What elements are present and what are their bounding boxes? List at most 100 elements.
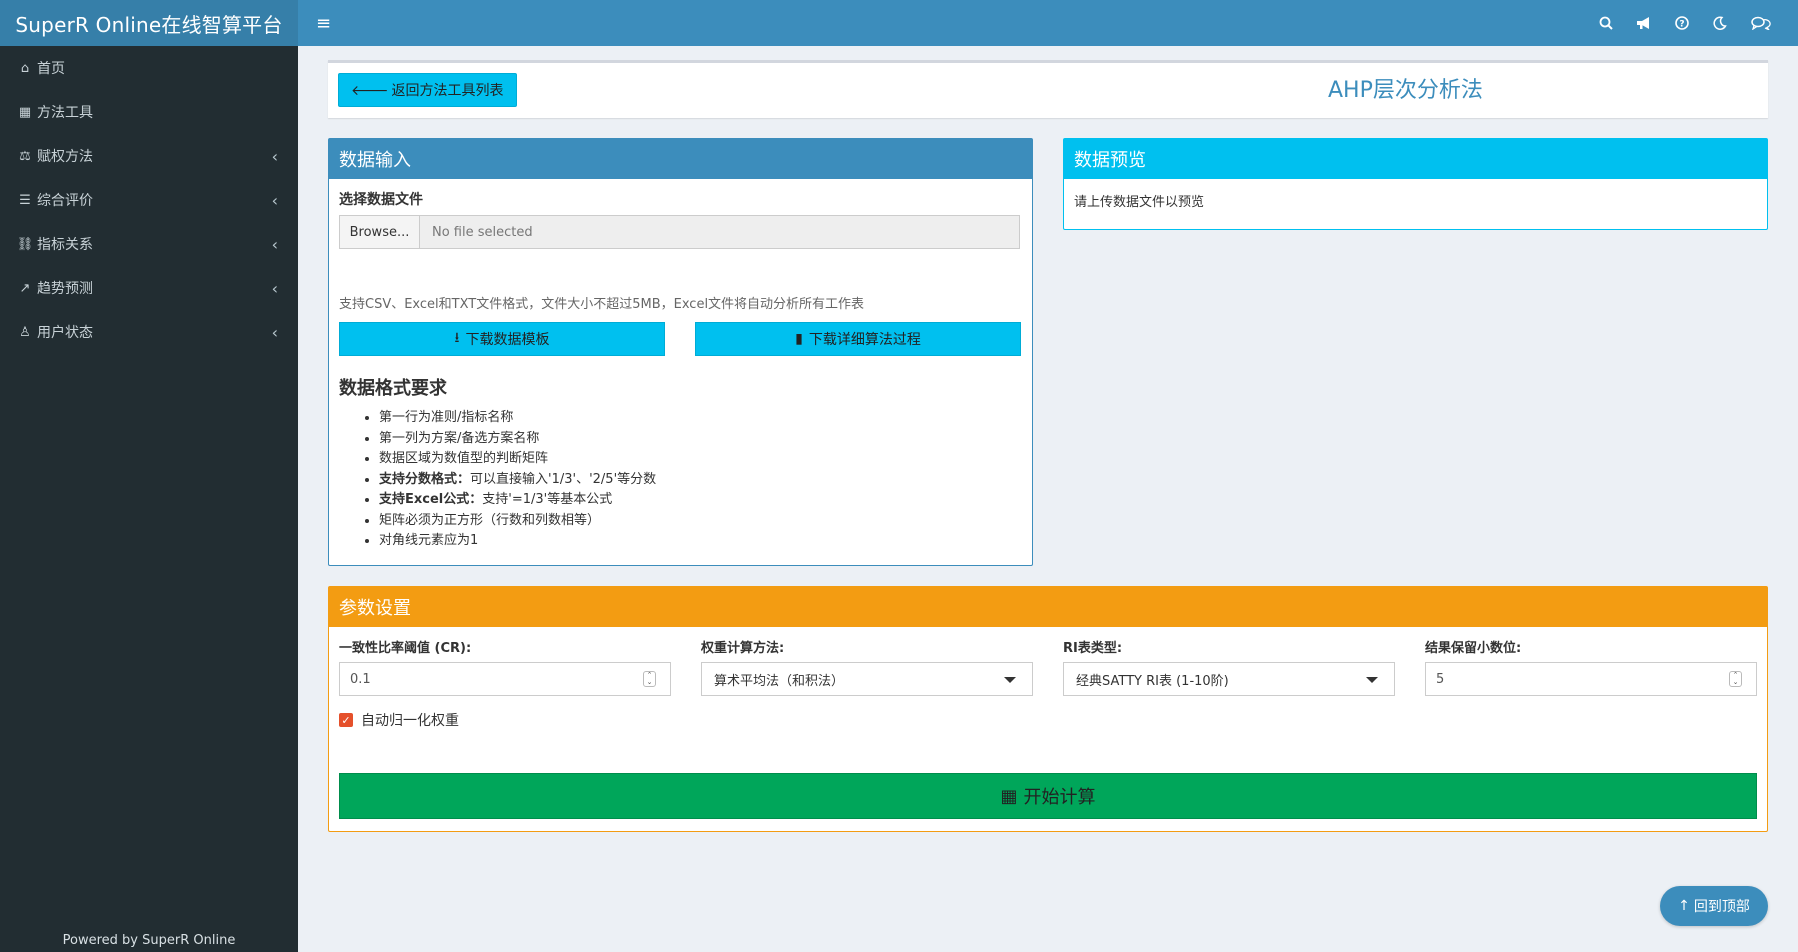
normalize-weights-checkbox[interactable]: ✓	[339, 713, 353, 727]
sidebar-item-label: 综合评价	[37, 193, 93, 209]
file-format-hint: 支持CSV、Excel和TXT文件格式，文件大小不超过5MB，Excel文件将自…	[339, 297, 865, 312]
data-input-header: 数据输入	[329, 139, 1032, 179]
chevron-left-icon: ‹	[271, 278, 278, 298]
sidebar-item-user-status[interactable]: ♙ 用户状态 ‹	[0, 310, 298, 354]
decimals-input[interactable]: 5 ⌃ ⌄	[1425, 662, 1757, 696]
list-item: 数据区域为数值型的判断矩阵	[379, 449, 1022, 470]
cr-threshold-group: 一致性比率阈值 (CR): 0.1 ⌃ ⌄	[339, 637, 671, 696]
search-icon[interactable]	[1598, 16, 1614, 30]
sidebar-toggle-icon[interactable]: ≡	[312, 13, 335, 34]
sidebar-item-indicator-relations[interactable]: ⛓ 指标关系 ‹	[0, 222, 298, 266]
balance-scale-icon: ⚖	[19, 148, 31, 164]
chevron-left-icon: ‹	[271, 190, 278, 210]
title-box: 🡐 返回方法工具列表 AHP层次分析法	[328, 60, 1768, 118]
line-chart-icon: ↗	[19, 280, 31, 296]
back-to-top-button[interactable]: ↑ 回到顶部	[1660, 886, 1768, 926]
chevron-left-icon: ‹	[271, 234, 278, 254]
number-spinner-icon[interactable]: ⌃ ⌄	[643, 671, 656, 687]
ri-table-value: 经典SATTY RI表 (1-10阶)	[1076, 673, 1229, 689]
caret-down-icon	[1004, 677, 1016, 683]
requirements-title: 数据格式要求	[339, 378, 447, 399]
weight-method-group: 权重计算方法: 算术平均法（和积法）	[701, 637, 1033, 696]
browse-button[interactable]: Browse...	[340, 216, 420, 248]
decimals-group: 结果保留小数位: 5 ⌃ ⌄	[1425, 637, 1757, 696]
download-buttons: ⭳ 下载数据模板 ▮ 下载详细算法过程	[339, 322, 1022, 356]
brand-logo[interactable]: SuperR Online在线智算平台	[0, 0, 298, 46]
sidebar-item-method-tools[interactable]: ▦ 方法工具	[0, 90, 298, 134]
sidebar-item-comprehensive-evaluation[interactable]: ☰ 综合评价 ‹	[0, 178, 298, 222]
sidebar-footer: Powered by SuperR Online	[62, 933, 236, 948]
list-item: 第一列为方案/备选方案名称	[379, 429, 1022, 450]
comments-icon[interactable]	[1750, 16, 1772, 30]
sidebar-item-label: 首页	[37, 61, 65, 77]
list-item: 对角线元素应为1	[379, 531, 1022, 552]
list-item: 支持Excel公式：支持'=1/3'等基本公式	[379, 490, 1022, 511]
weight-method-select[interactable]: 算术平均法（和积法）	[701, 662, 1033, 696]
sidebar-item-label: 用户状态	[37, 325, 93, 341]
cr-threshold-value: 0.1	[350, 671, 371, 687]
bullhorn-icon[interactable]	[1636, 16, 1652, 30]
download-process-button[interactable]: ▮ 下载详细算法过程	[695, 322, 1021, 356]
parameters-grid: 一致性比率阈值 (CR): 0.1 ⌃ ⌄ 权重计算方法: 算术平均法（和积法） …	[329, 627, 1767, 696]
sidebar-item-home[interactable]: ⌂ 首页	[0, 46, 298, 90]
question-icon[interactable]: ?	[1674, 16, 1690, 30]
decimals-value: 5	[1436, 671, 1445, 687]
caret-down-icon	[1366, 677, 1378, 683]
list-icon: ☰	[19, 192, 31, 208]
data-input-box: 数据输入 选择数据文件 Browse... No file selected 支…	[328, 138, 1033, 566]
file-label: 选择数据文件	[339, 192, 423, 208]
requirements-list: 第一行为准则/指标名称 第一列为方案/备选方案名称 数据区域为数值型的判断矩阵 …	[339, 408, 1022, 552]
page-title: AHP层次分析法	[1328, 78, 1483, 103]
sidebar-item-label: 指标关系	[37, 237, 93, 253]
main-content: 🡐 返回方法工具列表 AHP层次分析法 数据输入 选择数据文件 Browse..…	[298, 46, 1798, 952]
parameters-header: 参数设置	[329, 587, 1767, 627]
sidebar-item-trend-forecast[interactable]: ↗ 趋势预测 ‹	[0, 266, 298, 310]
download-template-label: 下载数据模板	[465, 332, 550, 348]
list-item: 矩阵必须为正方形（行数和列数相等）	[379, 511, 1022, 532]
number-spinner-icon[interactable]: ⌃ ⌄	[1729, 671, 1742, 687]
sidebar: ⌂ 首页 ▦ 方法工具 ⚖ 赋权方法 ‹ ☰ 综合评价 ‹ ⛓ 指标关系 ‹ ↗…	[0, 46, 298, 952]
home-icon: ⌂	[20, 60, 30, 76]
sidebar-item-weighting-methods[interactable]: ⚖ 赋权方法 ‹	[0, 134, 298, 178]
download-process-label: 下载详细算法过程	[808, 332, 921, 348]
data-preview-box: 数据预览 请上传数据文件以预览	[1063, 138, 1768, 230]
sidebar-item-label: 趋势预测	[37, 281, 93, 297]
decimals-label: 结果保留小数位:	[1425, 641, 1522, 656]
data-input-body: 选择数据文件 Browse... No file selected 支持CSV、…	[329, 179, 1032, 562]
link-icon: ⛓	[16, 236, 34, 252]
top-header: SuperR Online在线智算平台 ≡ ?	[0, 0, 1798, 46]
file-input[interactable]: Browse... No file selected	[339, 215, 1020, 249]
sidebar-item-label: 方法工具	[37, 105, 93, 121]
back-button-label: 返回方法工具列表	[391, 83, 504, 99]
arrow-left-icon: 🡐	[351, 82, 389, 99]
back-to-top-label: 回到顶部	[1693, 899, 1750, 915]
download-icon: ⭳	[454, 330, 460, 346]
chevron-left-icon: ‹	[271, 322, 278, 342]
table-icon: ▦	[18, 104, 32, 120]
cr-threshold-input[interactable]: 0.1 ⌃ ⌄	[339, 662, 671, 696]
moon-icon[interactable]	[1712, 16, 1728, 30]
ri-table-group: RI表类型: 经典SATTY RI表 (1-10阶)	[1063, 637, 1395, 696]
book-icon: ▮	[795, 331, 803, 347]
data-preview-text: 请上传数据文件以预览	[1074, 195, 1205, 210]
ri-table-label: RI表类型:	[1063, 641, 1123, 656]
user-icon: ♙	[19, 324, 31, 340]
back-to-tools-button[interactable]: 🡐 返回方法工具列表	[338, 73, 517, 107]
weight-method-value: 算术平均法（和积法）	[714, 673, 845, 689]
list-item: 支持分数格式：可以直接输入'1/3'、'2/5'等分数	[379, 470, 1022, 491]
sidebar-item-label: 赋权方法	[37, 149, 93, 165]
data-preview-header: 数据预览	[1064, 139, 1767, 179]
chevron-left-icon: ‹	[271, 146, 278, 166]
list-item: 第一行为准则/指标名称	[379, 408, 1022, 429]
arrow-up-icon: ↑	[1678, 898, 1690, 914]
download-template-button[interactable]: ⭳ 下载数据模板	[339, 322, 665, 356]
file-name-field[interactable]: No file selected	[420, 216, 1019, 248]
cr-threshold-label: 一致性比率阈值 (CR):	[339, 641, 472, 656]
weight-method-label: 权重计算方法:	[701, 641, 785, 656]
start-calculation-button[interactable]: ▦ 开始计算	[339, 773, 1757, 819]
navbar-icons: ?	[1598, 16, 1784, 30]
ri-table-select[interactable]: 经典SATTY RI表 (1-10阶)	[1063, 662, 1395, 696]
start-calculation-label: 开始计算	[1023, 787, 1096, 808]
calculator-icon: ▦	[1000, 785, 1018, 807]
navbar: ≡ ?	[298, 0, 1798, 46]
